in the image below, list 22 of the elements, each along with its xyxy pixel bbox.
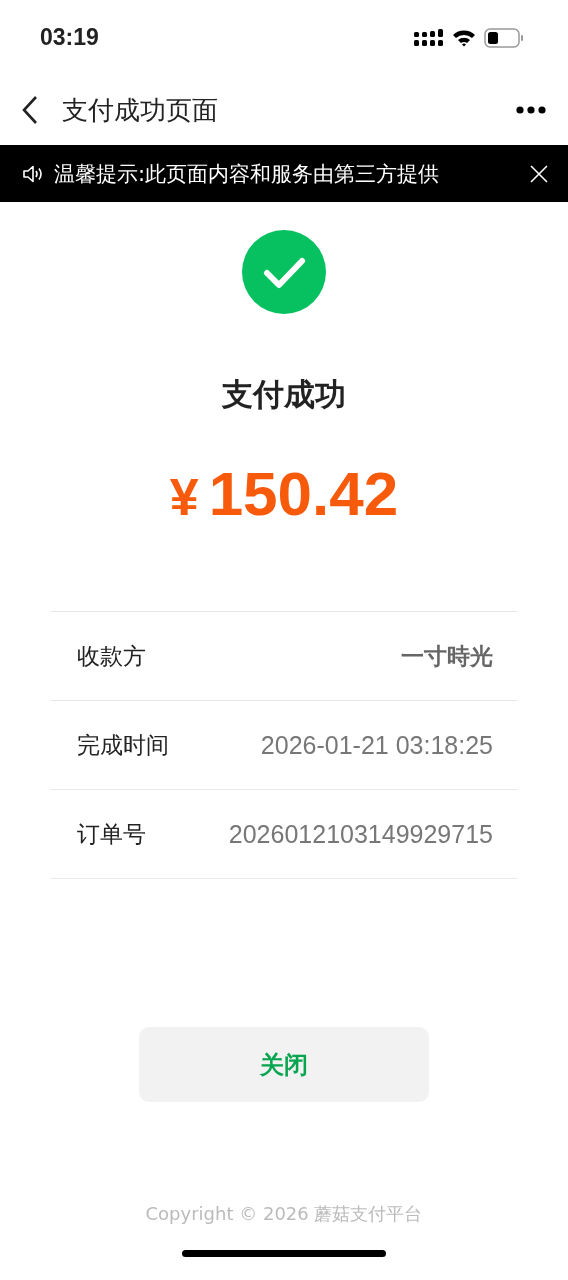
success-check-icon bbox=[242, 230, 326, 314]
currency-symbol: ¥ bbox=[169, 467, 199, 527]
more-icon[interactable] bbox=[516, 106, 546, 114]
speaker-icon bbox=[22, 163, 44, 184]
close-button[interactable]: 关闭 bbox=[139, 1027, 429, 1102]
notice-text: 温馨提示:此页面内容和服务由第三方提供 bbox=[54, 160, 441, 188]
close-icon[interactable] bbox=[530, 164, 548, 183]
signal-icon bbox=[414, 28, 444, 47]
back-icon[interactable] bbox=[20, 95, 40, 125]
amount-value: 150.42 bbox=[208, 458, 399, 529]
detail-value: 2026012103149929715 bbox=[228, 819, 493, 849]
wifi-icon bbox=[452, 28, 476, 47]
detail-label: 收款方 bbox=[77, 641, 146, 671]
copyright-text: Copyright © 2026 蘑菇支付平台 bbox=[145, 1202, 423, 1226]
detail-label: 完成时间 bbox=[77, 730, 169, 760]
detail-value: 2026-01-21 03:18:25 bbox=[260, 730, 493, 760]
detail-label: 订单号 bbox=[77, 819, 146, 849]
detail-value: 一寸時光 bbox=[401, 641, 493, 671]
status-time: 03:19 bbox=[40, 24, 99, 51]
page-title: 支付成功页面 bbox=[62, 93, 219, 127]
result-title: 支付成功 bbox=[222, 375, 346, 414]
battery-icon bbox=[484, 27, 524, 48]
